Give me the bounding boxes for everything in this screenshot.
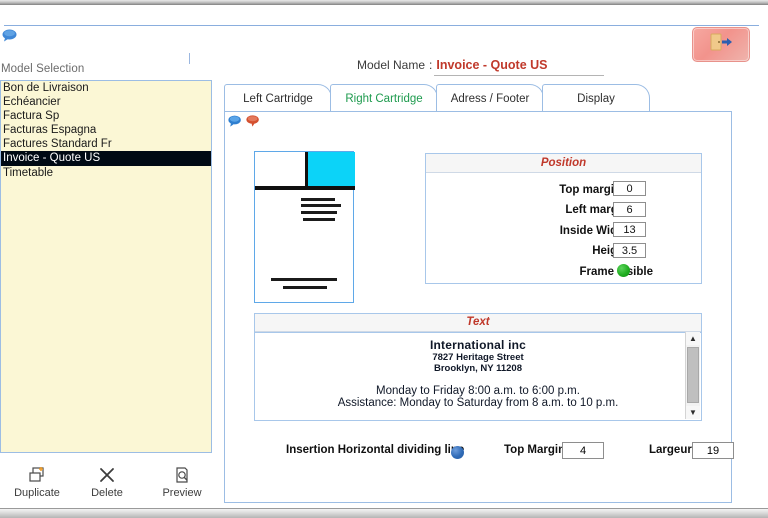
duplicate-button[interactable]: Duplicate — [4, 466, 70, 499]
text-editor-area[interactable]: International inc 7827 Heritage Street B… — [255, 332, 701, 420]
thumbnail-left-cartridge — [255, 152, 308, 186]
scroll-up-icon[interactable]: ▲ — [686, 332, 700, 345]
inside-width-input[interactable]: 13 — [613, 222, 646, 237]
left-margin-input[interactable]: 6 — [613, 202, 646, 217]
delete-label: Delete — [91, 487, 123, 499]
tab-display[interactable]: Display — [542, 84, 650, 112]
thumbnail-header-band — [255, 152, 355, 190]
model-name-value[interactable]: Invoice - Quote US — [436, 58, 547, 72]
duplicate-label: Duplicate — [14, 487, 60, 499]
position-group: Position Top marging 0 Left margin 6 Ins… — [425, 153, 702, 284]
thumbnail-right-cartridge — [308, 152, 355, 186]
text-scrollbar[interactable]: ▲ ▼ — [685, 332, 700, 419]
tab-right-cartridge[interactable]: Right Cartridge — [330, 84, 438, 112]
height-input[interactable]: 3.5 — [613, 243, 646, 258]
thumbnail-footer-line — [271, 278, 337, 281]
top-margin-input[interactable]: 4 — [562, 442, 604, 459]
text-group: Text International inc 7827 Heritage Str… — [254, 313, 702, 421]
preview-label: Preview — [162, 487, 202, 499]
thumbnail-text-line — [301, 211, 337, 214]
list-item[interactable]: Echéancier — [1, 95, 211, 109]
position-group-title: Position — [426, 154, 701, 173]
model-name-colon: : — [429, 58, 433, 72]
tab-left-cartridge[interactable]: Left Cartridge — [224, 84, 332, 112]
thumbnail-header-rule — [255, 186, 355, 190]
tab-address-footer[interactable]: Adress / Footer — [436, 84, 544, 112]
magnifier-page-icon — [149, 466, 215, 486]
list-item[interactable]: Timetable — [1, 166, 211, 180]
exit-button[interactable] — [692, 27, 750, 62]
list-item-selected[interactable]: Invoice - Quote US — [1, 151, 211, 166]
list-item[interactable]: Bon de Livraison — [1, 81, 211, 95]
document-layout-preview[interactable] — [254, 151, 355, 303]
model-selection-list[interactable]: Bon de Livraison Echéancier Factura Sp F… — [0, 80, 212, 453]
hours-line-2: Assistance: Monday to Saturday from 8 a.… — [337, 397, 619, 409]
header-divider-rule — [4, 25, 759, 26]
application-window: Model Selection Bon de Livraison Echéanc… — [0, 0, 768, 518]
close-x-icon — [74, 466, 140, 486]
frame-visible-toggle[interactable] — [617, 264, 630, 277]
list-item[interactable]: Facturas Espagna — [1, 123, 211, 137]
thumbnail-text-line — [303, 218, 335, 221]
blue-speech-bubble-icon[interactable] — [2, 29, 18, 42]
largeur-label: Largeur — [649, 444, 692, 456]
hours-line-1: Monday to Friday 8:00 a.m. to 6:00 p.m. — [376, 385, 580, 397]
scrollbar-thumb[interactable] — [687, 347, 699, 403]
preview-button[interactable]: Preview — [149, 466, 215, 499]
model-name-row: Model Name : Invoice - Quote US — [357, 58, 548, 72]
list-item[interactable]: Factures Standard Fr — [1, 137, 211, 151]
delete-button[interactable]: Delete — [74, 466, 140, 499]
thumbnail-footer-line — [283, 286, 327, 289]
window-top-chrome-line — [0, 4, 768, 5]
text-caret-marker — [189, 53, 190, 64]
top-marging-input[interactable]: 0 — [613, 181, 646, 196]
scroll-down-icon[interactable]: ▼ — [686, 406, 700, 419]
tab-strip: Left Cartridge Right Cartridge Adress / … — [224, 84, 732, 112]
blue-speech-bubble-icon[interactable] — [228, 114, 242, 132]
duplicate-icon — [4, 466, 70, 486]
list-item[interactable]: Factura Sp — [1, 109, 211, 123]
red-speech-bubble-icon[interactable] — [246, 114, 260, 132]
thumbnail-text-line — [301, 204, 341, 207]
thumbnail-text-line — [301, 198, 335, 201]
company-name-line: International inc — [429, 338, 527, 352]
street-line: 7827 Heritage Street — [432, 352, 524, 363]
model-name-label: Model Name — [357, 58, 426, 72]
largeur-input[interactable]: 19 — [692, 442, 734, 459]
insertion-horizontal-dividing-line-toggle[interactable] — [451, 446, 464, 459]
model-name-underline — [434, 75, 604, 76]
text-editor-content: International inc 7827 Heritage Street B… — [255, 333, 701, 409]
insertion-horizontal-dividing-line-label: Insertion Horizontal dividing line — [286, 444, 465, 456]
top-margin-label: Top Margin — [504, 444, 566, 456]
panel-bubble-icons — [228, 114, 260, 132]
exit-door-icon — [709, 33, 733, 56]
text-group-title: Text — [255, 314, 701, 332]
city-line: Brooklyn, NY 11208 — [433, 363, 522, 374]
model-selection-label: Model Selection — [1, 63, 85, 75]
